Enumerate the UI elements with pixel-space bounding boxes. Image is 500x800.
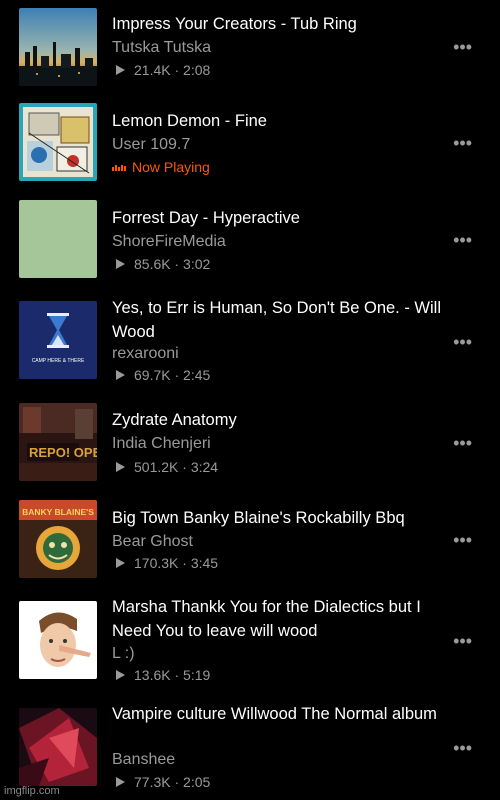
play-count: 77.3K	[134, 774, 171, 790]
separator: ·	[182, 555, 187, 571]
artwork-text: CAMP HERE & THERE	[32, 358, 85, 364]
track-title[interactable]: Yes, to Err is Human, So Don't Be One. -…	[112, 296, 442, 344]
more-options-icon[interactable]: •••	[453, 231, 472, 249]
separator: ·	[182, 459, 187, 475]
track-artwork	[19, 708, 97, 786]
play-count-icon	[116, 558, 125, 568]
track-artist[interactable]: User 109.7	[112, 134, 190, 156]
track-title[interactable]: Zydrate Anatomy	[112, 408, 442, 432]
track-artwork	[19, 8, 97, 86]
track-stats: 501.2K · 3:24	[112, 457, 218, 477]
track-duration: 2:08	[183, 62, 211, 78]
track-duration: 3:45	[190, 555, 219, 571]
track-artwork	[19, 103, 97, 181]
more-options-icon[interactable]: •••	[453, 739, 472, 757]
track-stats: 85.6K · 3:02	[112, 254, 210, 274]
play-count: 170.3K	[134, 555, 179, 571]
track-artist[interactable]: Tutska Tutska	[112, 37, 211, 59]
separator: ·	[174, 256, 180, 272]
track-stats: 77.3K · 2:05	[112, 772, 210, 792]
now-playing-label: Now Playing	[132, 159, 210, 175]
track-title[interactable]: Vampire culture Willwood The Normal albu…	[112, 702, 442, 726]
track-artwork: BANKY BLAINE'S	[19, 500, 97, 578]
track-artist[interactable]: rexarooni	[112, 343, 179, 365]
track-stats: 170.3K · 3:45	[112, 553, 218, 573]
play-count-icon	[116, 259, 125, 269]
artwork-text: REPO! OPERA	[29, 445, 97, 460]
separator: ·	[174, 367, 180, 383]
equalizer-icon	[112, 164, 126, 171]
play-count-icon	[116, 370, 125, 380]
track-artwork	[19, 200, 97, 278]
track-stats: 13.6K · 5:19	[112, 665, 210, 685]
play-count: 69.7K	[134, 367, 171, 383]
track-duration: 2:45	[183, 367, 211, 383]
artwork-text: BANKY BLAINE'S	[22, 507, 94, 517]
separator: ·	[174, 62, 180, 78]
track-title[interactable]: Marsha Thankk You for the Dialectics but…	[112, 595, 442, 643]
track-artwork	[19, 601, 97, 679]
play-count-icon	[116, 777, 125, 787]
track-artist[interactable]: ShoreFireMedia	[112, 231, 226, 253]
more-options-icon[interactable]: •••	[453, 632, 472, 650]
track-title[interactable]: Impress Your Creators - Tub Ring	[112, 12, 442, 36]
separator: ·	[174, 774, 180, 790]
track-artwork: REPO! OPERA	[19, 403, 97, 481]
track-title[interactable]: Big Town Banky Blaine's Rockabilly Bbq	[112, 506, 442, 530]
track-artwork: CAMP HERE & THERE	[19, 301, 97, 379]
watermark: imgflip.com	[4, 785, 60, 797]
track-artist[interactable]: Bear Ghost	[112, 531, 193, 553]
more-options-icon[interactable]: •••	[453, 531, 472, 549]
play-count-icon	[116, 65, 125, 75]
track-artist[interactable]: Banshee	[112, 749, 175, 771]
play-count-icon	[116, 462, 125, 472]
track-title[interactable]: Lemon Demon - Fine	[112, 109, 442, 133]
track-duration: 3:24	[190, 459, 219, 475]
track-duration: 2:05	[183, 774, 211, 790]
play-count: 13.6K	[134, 667, 171, 683]
play-count: 85.6K	[134, 256, 171, 272]
more-options-icon[interactable]: •••	[453, 434, 472, 452]
track-duration: 3:02	[183, 256, 211, 272]
track-artist[interactable]: L :)	[112, 643, 135, 665]
track-artist[interactable]: India Chenjeri	[112, 433, 211, 455]
more-options-icon[interactable]: •••	[453, 38, 472, 56]
track-duration: 5:19	[183, 667, 211, 683]
more-options-icon[interactable]: •••	[453, 134, 472, 152]
play-count: 501.2K	[134, 459, 179, 475]
more-options-icon[interactable]: •••	[453, 333, 472, 351]
play-count-icon	[116, 670, 125, 680]
play-count: 21.4K	[134, 62, 171, 78]
track-stats: 21.4K · 2:08	[112, 60, 210, 80]
track-stats: 69.7K · 2:45	[112, 365, 210, 385]
separator: ·	[174, 667, 180, 683]
track-title[interactable]: Forrest Day - Hyperactive	[112, 206, 442, 230]
now-playing-status: Now Playing	[112, 157, 210, 177]
